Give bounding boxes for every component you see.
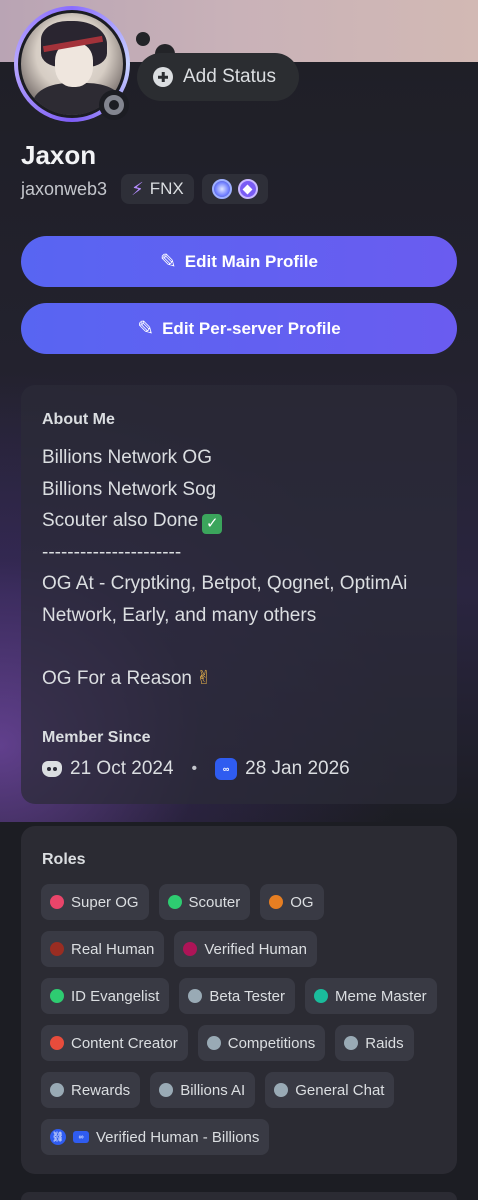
role-label: General Chat (295, 1081, 385, 1099)
role-color-dot (50, 1083, 64, 1097)
username-row: jaxonweb3 ⚡ FNX (21, 174, 268, 204)
about-me-card: About Me Billions Network OG Billions Ne… (21, 385, 457, 804)
role-chip[interactable]: Super OG (41, 884, 149, 920)
role-label: Rewards (71, 1081, 131, 1099)
role-chip[interactable]: Competitions (197, 1025, 326, 1061)
role-chip[interactable]: Real Human (41, 931, 165, 967)
edit-main-profile-label: Edit Main Profile (184, 251, 318, 271)
edit-per-server-profile-button[interactable]: ✎ Edit Per-server Profile (21, 303, 457, 354)
role-color-dot (188, 989, 203, 1003)
separator-dot: • (191, 760, 198, 777)
role-label: Beta Tester (209, 987, 285, 1005)
about-line: ---------------------- (42, 541, 182, 563)
about-line: OG At - Cryptking, Betpot, Qognet, Optim… (42, 573, 408, 626)
role-chip[interactable]: Verified Human (174, 931, 317, 967)
role-label: Raids (365, 1034, 404, 1052)
role-chip[interactable]: ⛓ ∞ Verified Human - Billions (41, 1119, 270, 1155)
status-indicator-icon (99, 90, 129, 120)
role-color-dot (313, 989, 328, 1003)
server-tag-chip[interactable]: ⚡ FNX (121, 174, 194, 204)
role-color-dot (167, 895, 182, 909)
role-chip[interactable]: Raids (335, 1025, 414, 1061)
role-color-dot (50, 895, 64, 909)
about-me-title: About Me (42, 411, 115, 428)
role-label: Scouter (188, 893, 241, 911)
about-line: Scouter also Done ✓ (42, 505, 442, 537)
check-mark-icon: ✓ (202, 514, 223, 534)
edit-main-profile-button[interactable]: ✎ Edit Main Profile (21, 236, 457, 287)
role-color-dot (274, 1083, 289, 1097)
link-icon: ⛓ (50, 1129, 66, 1145)
pencil-icon: ✎ (137, 318, 155, 340)
username[interactable]: jaxonweb3 (21, 179, 107, 200)
role-label: Competitions (227, 1034, 316, 1052)
role-label: Super OG (71, 893, 139, 911)
role-label: OG (290, 893, 314, 911)
role-label: Billions AI (180, 1081, 246, 1099)
role-label: ID Evangelist (71, 987, 160, 1005)
about-me-text: Billions Network OG Billions Network Sog… (42, 442, 442, 694)
role-color-dot (206, 1036, 221, 1050)
role-color-dot (344, 1036, 359, 1050)
server-tag-label: FNX (149, 179, 184, 198)
role-label: Verified Human - Billions (96, 1128, 260, 1146)
discord-logo-icon (42, 761, 62, 777)
about-line: OG For a Reason ✌ (42, 667, 212, 689)
role-color-dot (50, 1036, 64, 1050)
roles-title: Roles (42, 851, 86, 868)
lightning-bolt-icon: ⚡ (131, 178, 144, 199)
about-line-blank (42, 631, 442, 663)
add-status-button[interactable]: Add Status (137, 53, 299, 101)
crossed-fingers-icon: ✌ (195, 667, 212, 689)
role-chip[interactable]: Billions AI (150, 1072, 256, 1108)
role-label: Content Creator (71, 1034, 178, 1052)
boost-badge-icon[interactable] (237, 179, 258, 199)
roles-list: Super OG Scouter OG Real Human Verified Huma… (41, 884, 451, 1155)
role-color-dot (159, 1083, 174, 1097)
role-color-dot (269, 895, 284, 909)
role-label: Real Human (71, 940, 155, 958)
edit-per-server-profile-label: Edit Per-server Profile (162, 318, 341, 338)
display-name: Jaxon (21, 140, 97, 170)
role-chip[interactable]: Rewards (41, 1072, 141, 1108)
role-chip[interactable]: Content Creator (41, 1025, 188, 1061)
server-icon: ∞ (215, 758, 238, 780)
about-line: Billions Network Sog (42, 478, 217, 500)
role-chip[interactable]: Beta Tester (179, 978, 295, 1014)
role-chip[interactable]: OG (260, 884, 324, 920)
role-chip[interactable]: General Chat (265, 1072, 395, 1108)
pencil-icon: ✎ (160, 251, 177, 273)
add-status-label: Add Status (183, 66, 276, 87)
discord-join-date: 21 Oct 2024 (70, 758, 174, 779)
member-since-title: Member Since (42, 729, 151, 746)
roles-card: Roles Super OG Scouter OG Real Human Verifie… (21, 826, 457, 1174)
role-chip[interactable]: ID Evangelist (41, 978, 170, 1014)
next-card-edge (21, 1192, 457, 1200)
plus-circle-icon (153, 67, 173, 87)
server-badge-icon: ∞ (73, 1131, 89, 1143)
about-line: Billions Network OG (42, 447, 212, 468)
role-color-dot (50, 942, 64, 956)
status-bubble-dot (136, 32, 150, 46)
role-label: Verified Human (204, 940, 307, 958)
role-color-dot (50, 989, 64, 1003)
member-since-row: 21 Oct 2024 • ∞ 28 Jan 2026 (42, 758, 350, 780)
role-chip[interactable]: Scouter (158, 884, 251, 920)
server-join-date: 28 Jan 2026 (245, 758, 350, 779)
role-label: Meme Master (334, 987, 427, 1005)
nitro-badge-icon[interactable] (211, 179, 232, 199)
role-color-dot (183, 942, 198, 956)
role-chip[interactable]: Meme Master (304, 978, 437, 1014)
badges-chip[interactable] (201, 174, 268, 204)
